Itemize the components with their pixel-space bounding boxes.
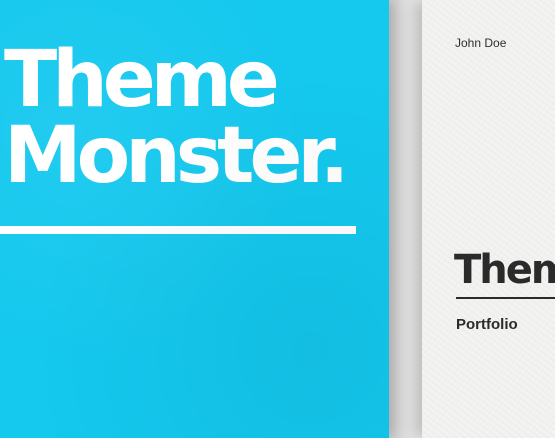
card-shadow xyxy=(389,0,419,438)
author-name: John Doe xyxy=(455,36,507,50)
brand-underline xyxy=(0,226,356,234)
blue-brand-card: Theme Monster. xyxy=(0,0,389,438)
portfolio-subtitle: Portfolio xyxy=(456,316,518,333)
brand-title: Theme Monster. xyxy=(4,35,349,201)
brand-title-line-2: Monster. xyxy=(4,111,349,201)
mockup-scene: Theme Monster. John Doe Theme Portfolio xyxy=(0,0,555,438)
portfolio-title: Theme xyxy=(454,247,555,293)
portfolio-divider xyxy=(456,297,555,299)
portfolio-card: John Doe Theme Portfolio xyxy=(422,0,555,438)
brand-title-line-1: Theme xyxy=(4,35,280,125)
